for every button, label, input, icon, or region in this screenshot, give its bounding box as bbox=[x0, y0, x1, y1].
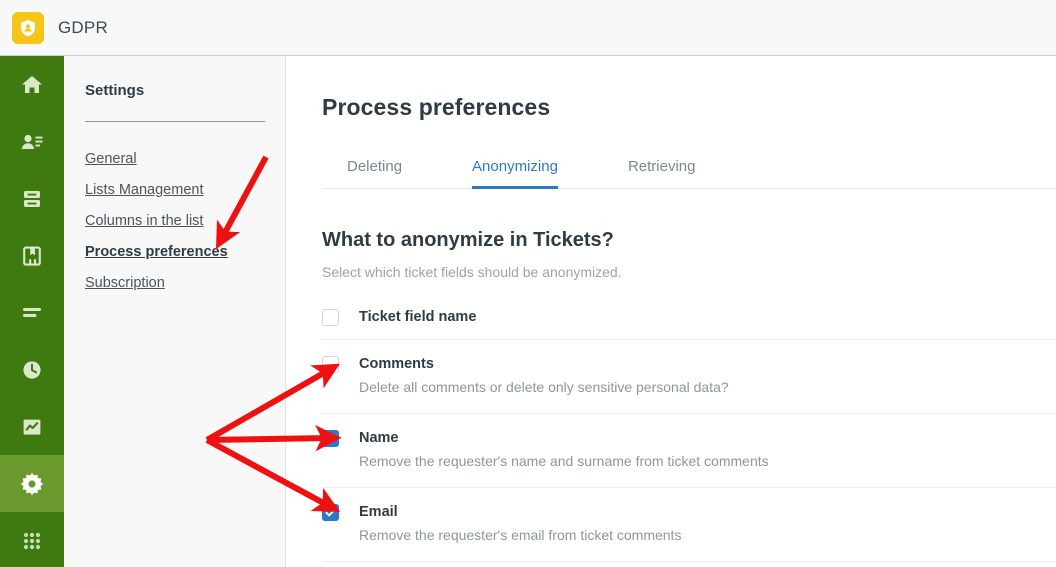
gear-icon bbox=[19, 471, 45, 497]
comments-checkbox[interactable] bbox=[322, 356, 339, 373]
nav-item-history[interactable] bbox=[0, 341, 64, 398]
section-subtitle: Select which ticket fields should be ano… bbox=[322, 264, 622, 280]
table-row[interactable]: Email Remove the requester's email from … bbox=[322, 488, 1056, 562]
settings-divider bbox=[85, 121, 265, 122]
settings-heading: Settings bbox=[85, 82, 145, 99]
sidebar-item-lists-management[interactable]: Lists Management bbox=[85, 175, 265, 206]
tab-anonymizing[interactable]: Anonymizing bbox=[472, 150, 558, 189]
settings-sidebar: Settings General Lists Management Column… bbox=[64, 56, 286, 567]
ticket-fields-header-row: Ticket field name bbox=[322, 298, 1056, 340]
select-all-checkbox[interactable] bbox=[322, 309, 339, 326]
nav-item-home[interactable] bbox=[0, 56, 64, 113]
nav-item-database[interactable] bbox=[0, 170, 64, 227]
tab-deleting[interactable]: Deleting bbox=[347, 150, 402, 189]
comments-description: Delete all comments or delete only sensi… bbox=[359, 379, 729, 395]
contacts-icon bbox=[20, 130, 44, 154]
list-icon bbox=[20, 301, 44, 325]
column-header-label: Ticket field name bbox=[359, 309, 477, 325]
main-content: Process preferences Deleting Anonymizing… bbox=[287, 56, 1056, 567]
table-row[interactable] bbox=[322, 562, 1056, 567]
primary-nav-rail bbox=[0, 56, 64, 567]
comments-label: Comments bbox=[359, 356, 434, 372]
sidebar-item-process-preferences[interactable]: Process preferences bbox=[85, 237, 265, 268]
app-title: GDPR bbox=[58, 17, 108, 37]
top-header-bar: GDPR bbox=[0, 0, 1056, 56]
shield-person-icon bbox=[12, 11, 44, 44]
sidebar-item-subscription[interactable]: Subscription bbox=[85, 268, 265, 299]
sidebar-item-general[interactable]: General bbox=[85, 144, 265, 175]
page-title: Process preferences bbox=[322, 94, 551, 120]
email-description: Remove the requester's email from ticket… bbox=[359, 527, 682, 543]
process-tabs: Deleting Anonymizing Retrieving bbox=[322, 149, 1056, 189]
nav-item-reports[interactable] bbox=[0, 398, 64, 455]
nav-item-lists[interactable] bbox=[0, 284, 64, 341]
email-checkbox[interactable] bbox=[322, 504, 339, 521]
email-label: Email bbox=[359, 504, 398, 520]
nav-item-settings[interactable] bbox=[0, 455, 64, 512]
nav-item-contacts[interactable] bbox=[0, 113, 64, 170]
name-description: Remove the requester's name and surname … bbox=[359, 453, 769, 469]
table-row[interactable]: Comments Delete all comments or delete o… bbox=[322, 340, 1056, 414]
chart-icon bbox=[20, 415, 44, 439]
app-window: GDPR Settings General Lists Management C… bbox=[0, 0, 1056, 567]
ticket-fields-list: Ticket field name Comments Delete all co… bbox=[287, 298, 1056, 567]
nav-item-apps[interactable] bbox=[0, 512, 64, 567]
tab-retrieving[interactable]: Retrieving bbox=[628, 150, 696, 189]
sidebar-item-columns-in-the-list[interactable]: Columns in the list bbox=[85, 206, 265, 237]
table-row[interactable]: Name Remove the requester's name and sur… bbox=[322, 414, 1056, 488]
name-label: Name bbox=[359, 430, 399, 446]
section-title: What to anonymize in Tickets? bbox=[322, 229, 614, 251]
nav-item-knowledge-base[interactable] bbox=[0, 227, 64, 284]
home-icon bbox=[20, 73, 44, 97]
clock-icon bbox=[20, 358, 44, 382]
apps-grid-icon bbox=[20, 529, 44, 553]
book-icon bbox=[20, 244, 44, 268]
name-checkbox[interactable] bbox=[322, 430, 339, 447]
database-icon bbox=[20, 187, 44, 211]
